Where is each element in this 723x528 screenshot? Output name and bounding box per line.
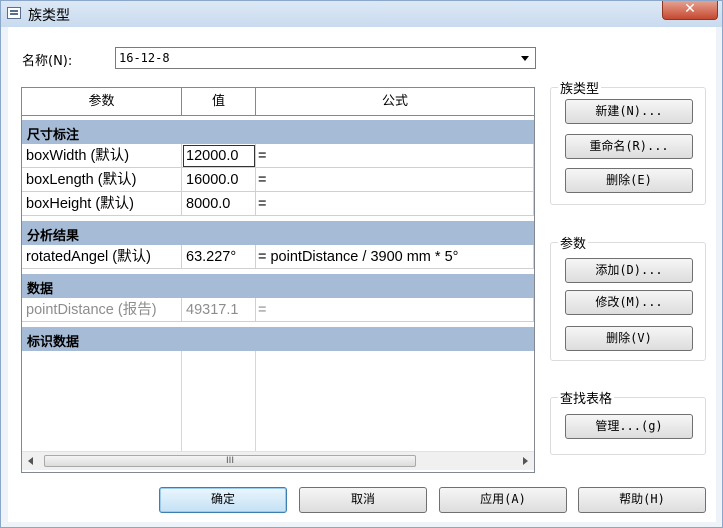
group-label: 族类型 (558, 78, 602, 97)
column-divider (255, 351, 256, 451)
add-parameter-button[interactable]: 添加(D)... (565, 258, 693, 283)
parameter-name: boxWidth (默认) (22, 144, 182, 168)
delete-parameter-button[interactable]: 删除(V) (565, 326, 693, 351)
grip-icon: III (226, 456, 234, 466)
category-label: 尺寸标注 (27, 128, 80, 143)
column-divider (181, 351, 182, 451)
title-bar[interactable]: 族类型 ✕ (1, 1, 722, 27)
ok-button[interactable]: 确定 (159, 487, 287, 513)
formula-cell[interactable]: = (256, 144, 534, 168)
value-cell[interactable]: 16000.0 (182, 168, 256, 192)
group-label: 参数 (558, 233, 589, 252)
scrollbar-thumb[interactable]: III (44, 455, 416, 467)
rename-type-button[interactable]: 重命名(R)... (565, 134, 693, 159)
category-label: 标识数据 (27, 335, 80, 350)
parameter-name: boxLength (默认) (22, 168, 182, 192)
window-icon (7, 7, 21, 19)
table-row[interactable]: boxHeight (默认) 8000.0 = (22, 192, 534, 216)
value-cell[interactable]: 12000.0 (182, 144, 256, 168)
type-name-value: 16-12-8 (119, 51, 170, 65)
manage-lookup-tables-button[interactable]: 管理...(g) (565, 414, 693, 439)
cancel-button[interactable]: 取消 (299, 487, 427, 513)
column-header-value[interactable]: 值 (182, 88, 256, 116)
parameter-table: 参数 值 公式 尺寸标注 boxWidth (默认) 12000.0 = box… (21, 87, 535, 473)
window-title: 族类型 (28, 8, 70, 24)
formula-cell: = (256, 298, 534, 322)
category-row-analysis-results[interactable]: 分析结果 (22, 221, 534, 245)
category-row-dimensions[interactable]: 尺寸标注 (22, 120, 534, 144)
apply-button[interactable]: 应用(A) (439, 487, 567, 513)
group-label: 查找表格 (558, 388, 615, 407)
category-label: 分析结果 (27, 229, 80, 244)
table-row[interactable]: boxWidth (默认) 12000.0 = (22, 144, 534, 168)
help-button[interactable]: 帮助(H) (578, 487, 706, 513)
close-button[interactable]: ✕ (662, 1, 718, 20)
formula-cell[interactable]: = (256, 192, 534, 216)
value-cell: 49317.1 (182, 298, 256, 322)
parameter-name: rotatedAngel (默认) (22, 245, 182, 269)
name-label: 名称(N): (22, 54, 73, 69)
type-name-dropdown[interactable]: 16-12-8 (115, 47, 536, 69)
formula-cell[interactable]: = (256, 168, 534, 192)
horizontal-scrollbar[interactable]: III (22, 451, 534, 470)
new-type-button[interactable]: 新建(N)... (565, 99, 693, 124)
category-row-data[interactable]: 数据 (22, 274, 534, 298)
table-row[interactable]: rotatedAngel (默认) 63.227° = pointDistanc… (22, 245, 534, 269)
scroll-right-icon[interactable] (523, 457, 528, 465)
category-label: 数据 (27, 282, 54, 297)
chevron-down-icon (521, 56, 529, 61)
modify-parameter-button[interactable]: 修改(M)... (565, 290, 693, 315)
scroll-left-icon[interactable] (28, 457, 33, 465)
value-cell[interactable]: 63.227° (182, 245, 256, 269)
value-cell[interactable]: 8000.0 (182, 192, 256, 216)
close-icon: ✕ (684, 1, 696, 17)
parameter-name: boxHeight (默认) (22, 192, 182, 216)
family-types-dialog: 族类型 ✕ 名称(N): 16-12-8 参数 值 公式 尺寸标注 boxWid… (0, 0, 723, 528)
formula-cell[interactable]: = pointDistance / 3900 mm * 5° (256, 245, 534, 269)
table-row[interactable]: boxLength (默认) 16000.0 = (22, 168, 534, 192)
delete-type-button[interactable]: 删除(E) (565, 168, 693, 193)
parameter-name: pointDistance (报告) (22, 298, 182, 322)
category-row-identity-data[interactable]: 标识数据 (22, 327, 534, 351)
column-header-parameter[interactable]: 参数 (22, 88, 182, 116)
column-header-formula[interactable]: 公式 (256, 88, 534, 116)
table-row[interactable]: pointDistance (报告) 49317.1 = (22, 298, 534, 322)
